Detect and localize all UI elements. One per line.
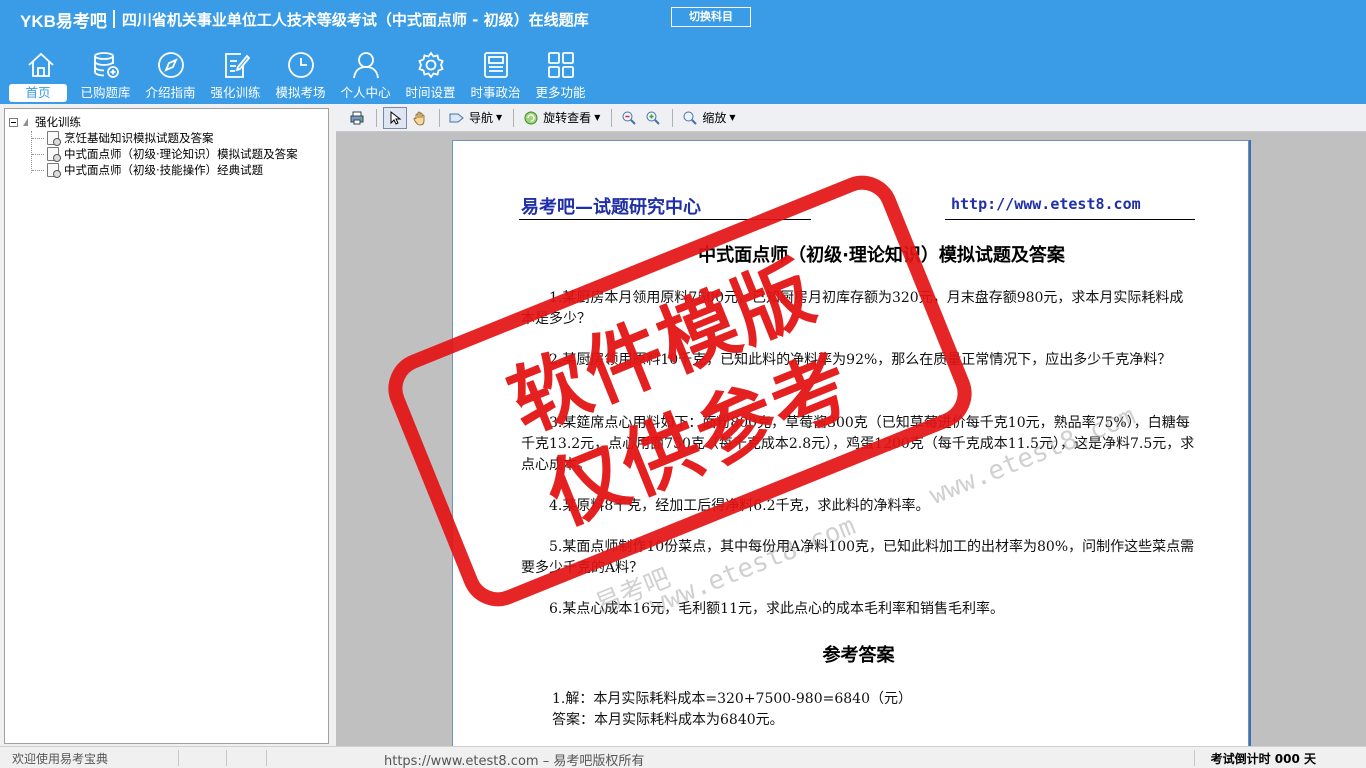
brand-logo: YKB易考吧	[20, 11, 107, 31]
tree-item-label: 中式面点师（初级·技能操作）经典试题	[64, 163, 264, 177]
answer-1-line-1: 1.解：本月实际耗料成本=320+7500-980=6840（元）	[552, 691, 912, 707]
nav-label: 个人中心	[340, 85, 391, 100]
database-icon	[94, 52, 119, 78]
nav-label: 强化训练	[210, 85, 261, 100]
tree-item-label: 中式面点师（初级·理论知识）模拟试题及答案	[64, 147, 298, 161]
nav-more[interactable]: 更多功能	[528, 48, 593, 102]
toolbar-divider	[672, 108, 674, 127]
zoom-label: 缩放	[702, 111, 727, 125]
select-tool-button[interactable]	[383, 106, 407, 129]
toolbar-divider	[611, 108, 613, 127]
app-window: YKB易考吧 四川省机关事业单位工人技术等级考试（中式面点师 - 初级）在线题库…	[0, 0, 1366, 768]
home-icon	[28, 52, 54, 77]
document-icon	[47, 131, 61, 146]
nav-label: 更多功能	[535, 85, 586, 100]
hand-icon	[413, 111, 425, 125]
top-bar: YKB易考吧 四川省机关事业单位工人技术等级考试（中式面点师 - 初级）在线题库…	[0, 0, 1366, 104]
status-bar: 欢迎使用易考宝典 https://www.etest8.com – 易考吧版权所…	[0, 746, 1366, 768]
folder-icon	[23, 118, 28, 126]
nav-time-settings[interactable]: 时间设置	[398, 48, 463, 102]
zoom-out-icon	[622, 111, 637, 125]
exam-countdown: 考试倒计时 000 天	[1210, 752, 1316, 766]
status-divider	[266, 750, 267, 766]
status-divider	[226, 750, 227, 766]
tree-connector	[32, 169, 44, 171]
nav-training[interactable]: 强化训练	[203, 48, 268, 102]
magnifier-icon	[683, 111, 698, 125]
dropdown-caret-icon: ▼	[496, 113, 503, 122]
compass-icon	[158, 52, 184, 78]
answer-1-line-2: 答案：本月实际耗料成本为6840元。	[552, 712, 784, 728]
nav-home[interactable]: 首页	[8, 48, 73, 102]
zoom-menu-button[interactable]: 缩放 ▼	[679, 107, 738, 129]
navigate-icon	[449, 113, 464, 122]
clock-icon	[288, 52, 314, 78]
nav-current-affairs[interactable]: 时事政治	[463, 48, 528, 102]
gear-icon	[418, 51, 444, 79]
nav-label: 已购题库	[80, 85, 131, 100]
nav-label: 首页	[9, 84, 67, 102]
page-header-left: 易考吧—试题研究中心	[521, 197, 701, 218]
left-panel: 强化训练 烹饪基础知识模拟试题及答案 中式面点师（初级·理论知识）模拟试题及答案…	[0, 104, 333, 746]
nav-guide[interactable]: 介绍指南	[138, 48, 203, 102]
nav-purchased[interactable]: 已购题库	[73, 48, 138, 102]
navigate-label: 导航	[469, 111, 494, 125]
status-divider	[178, 750, 179, 766]
dropdown-caret-icon: ▼	[594, 113, 601, 122]
answers-title: 参考答案	[822, 645, 895, 666]
edit-icon	[225, 53, 251, 78]
nav-profile[interactable]: 个人中心	[333, 48, 398, 102]
tree-item[interactable]: 烹饪基础知识模拟试题及答案	[32, 130, 214, 146]
toolbar-divider	[376, 108, 377, 127]
document-tree[interactable]: 强化训练 烹饪基础知识模拟试题及答案 中式面点师（初级·理论知识）模拟试题及答案…	[4, 108, 329, 744]
grid-icon	[548, 52, 574, 78]
user-icon	[353, 52, 379, 79]
document-icon	[47, 147, 61, 162]
tree-connector	[32, 153, 44, 155]
page-header-url: http://www.etest8.com	[951, 195, 1141, 213]
tree-item[interactable]: 中式面点师（初级·理论知识）模拟试题及答案	[32, 146, 298, 162]
rotate-view-button[interactable]: 旋转查看 ▼	[520, 107, 603, 129]
rotate-label: 旋转查看	[543, 111, 592, 125]
nav-label: 模拟考场	[275, 85, 326, 100]
status-divider	[1194, 750, 1195, 766]
toolbar-divider	[439, 108, 440, 127]
nav-label: 时间设置	[405, 85, 456, 100]
nav-mock-exam[interactable]: 模拟考场	[268, 48, 333, 102]
rotate-icon	[524, 111, 538, 124]
news-icon	[484, 52, 508, 78]
dropdown-caret-icon: ▼	[729, 113, 736, 122]
status-copyright: https://www.etest8.com – 易考吧版权所有	[384, 754, 645, 768]
navigate-menu-button[interactable]: 导航 ▼	[446, 107, 505, 129]
app-title: 四川省机关事业单位工人技术等级考试（中式面点师 - 初级）在线题库	[121, 10, 589, 29]
cursor-icon	[390, 110, 402, 125]
tree-root[interactable]: 强化训练	[9, 114, 81, 130]
collapse-toggle[interactable]	[9, 117, 18, 127]
zoom-out-button[interactable]	[618, 107, 640, 129]
title-divider	[112, 10, 115, 28]
nav-label: 介绍指南	[145, 85, 196, 100]
tree-root-label: 强化训练	[35, 115, 81, 129]
tree-item-label: 烹饪基础知识模拟试题及答案	[64, 131, 214, 145]
main-nav: 首页 已购题库 介绍指南 强化训练 模拟考场 个人中心 时间设置 时事政治 更多…	[8, 48, 593, 102]
zoom-in-button[interactable]	[642, 107, 664, 129]
print-button[interactable]	[346, 107, 368, 129]
printer-icon	[350, 111, 364, 124]
hand-tool-button[interactable]	[409, 107, 431, 129]
document-icon	[47, 163, 61, 178]
status-welcome: 欢迎使用易考宝典	[12, 752, 109, 766]
tree-connector	[32, 137, 44, 139]
viewer-toolbar: 导航 ▼ 旋转查看 ▼ 缩放 ▼	[336, 104, 1366, 132]
nav-label: 时事政治	[470, 85, 521, 100]
switch-subject-button[interactable]: 切换科目	[671, 7, 751, 27]
tree-item[interactable]: 中式面点师（初级·技能操作）经典试题	[32, 162, 263, 178]
toolbar-divider	[513, 108, 515, 127]
header-rule	[945, 219, 1195, 220]
zoom-in-icon	[646, 111, 661, 125]
